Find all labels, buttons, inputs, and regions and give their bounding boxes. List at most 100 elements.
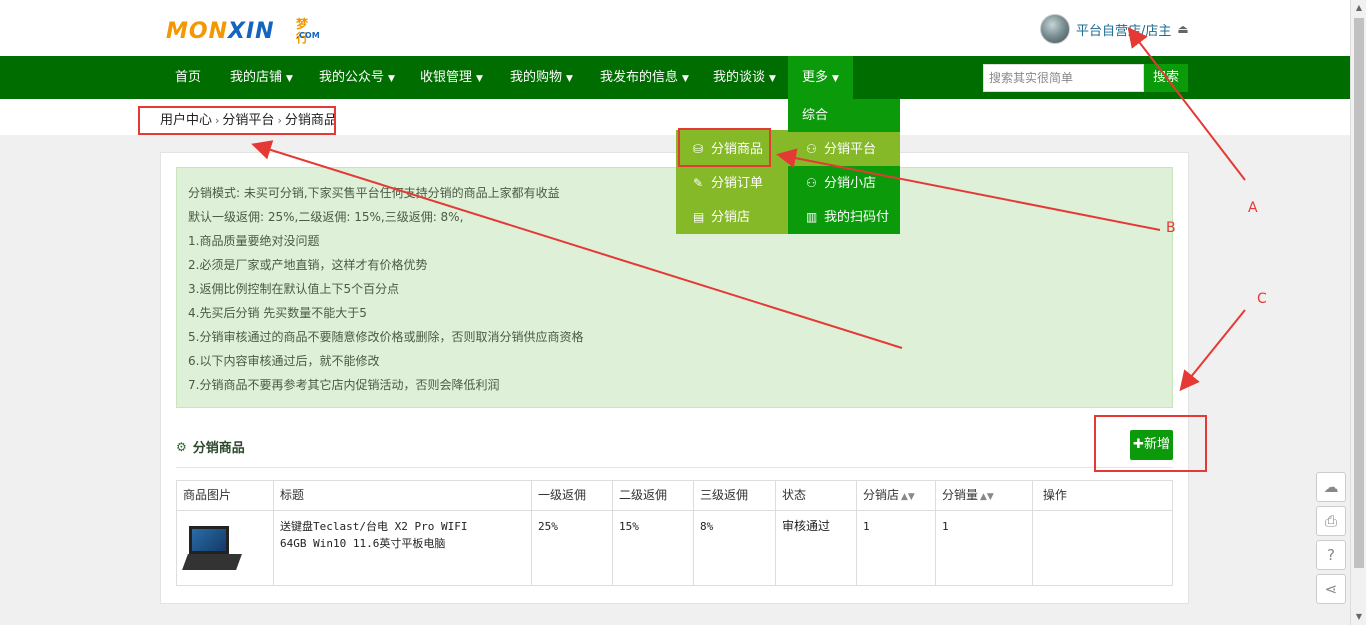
page-scrollbar[interactable]: ▲ ▼ bbox=[1350, 0, 1366, 625]
nav-item-public-account[interactable]: 我的公众号 ▼ bbox=[319, 56, 395, 99]
scroll-up-icon[interactable]: ▲ bbox=[1351, 0, 1366, 16]
notice-line: 默认一级返佣: 25%,二级返佣: 15%,三级返佣: 8%, bbox=[188, 210, 464, 224]
cell-actions bbox=[1032, 510, 1173, 586]
chevron-down-icon: ▼ bbox=[286, 74, 293, 84]
chevron-down-icon: ▼ bbox=[832, 74, 839, 84]
cell-sales: 1 bbox=[935, 510, 1033, 586]
help-icon[interactable]: ? bbox=[1316, 540, 1346, 570]
menu-item-overview[interactable]: 综合 bbox=[802, 99, 828, 133]
table-header-row: 商品图片 标题 一级返佣 二级返佣 三级返佣 状态 分销店 ▲▼ 分销量 ▲▼ 操作 bbox=[176, 480, 1173, 511]
notice-line: 6.以下内容审核通过后，就不能修改 bbox=[188, 354, 380, 368]
col-header-actions-label: 操作 bbox=[1042, 488, 1067, 502]
gears-icon: ⚙ bbox=[176, 439, 187, 454]
site-logo[interactable]: MONXIN 梦行 .COM bbox=[166, 17, 320, 45]
store-icon: ▤ bbox=[693, 210, 705, 224]
section-title: ⚙ 分销商品 bbox=[176, 437, 245, 457]
logout-icon[interactable]: ⏏ bbox=[1177, 22, 1188, 36]
user-name-link[interactable]: 平台自营店/店主 bbox=[1076, 20, 1171, 39]
nav-item-my-posts[interactable]: 我发布的信息 ▼ bbox=[600, 56, 689, 99]
sitemap-icon: ⚇ bbox=[806, 176, 817, 190]
nav-item-more[interactable]: 更多 ▼ bbox=[788, 56, 853, 99]
cell-level1: 25% bbox=[531, 510, 613, 586]
notice-line: 分销模式: 未买可分销,下家买售平台任何支持分销的商品上家都有收益 bbox=[188, 186, 560, 200]
scrollbar-thumb[interactable] bbox=[1354, 18, 1364, 568]
nav-item-talks[interactable]: 我的谈谈 ▼ bbox=[713, 56, 776, 99]
product-title-line2[interactable]: 64GB Win10 11.6英寸平板电脑 bbox=[280, 535, 525, 552]
nav-item-label: 首页 bbox=[175, 70, 202, 85]
chevron-down-icon: ▼ bbox=[388, 74, 395, 84]
nav-item-shopping[interactable]: 我的购物 ▼ bbox=[510, 56, 573, 99]
divider bbox=[176, 467, 1173, 468]
search-input[interactable]: 搜索其实很简单 bbox=[983, 64, 1144, 92]
col-header-stores-label: 分销店 bbox=[863, 488, 900, 502]
menu-item-scan-pay[interactable]: ▥ 我的扫码付 bbox=[806, 200, 889, 234]
cell-stores: 1 bbox=[856, 510, 936, 586]
col-header-sales-label: 分销量 bbox=[942, 488, 979, 502]
nav-item-label: 我的店铺 bbox=[230, 70, 283, 85]
nav-item-label: 我的公众号 bbox=[319, 70, 385, 85]
nav-item-cashier[interactable]: 收银管理 ▼ bbox=[420, 56, 483, 99]
top-header: MONXIN 梦行 .COM 平台自营店/店主 ⏏ bbox=[0, 0, 1350, 56]
annotation-label-b: B bbox=[1166, 220, 1176, 236]
menu-item-distribution-platform[interactable]: ⚇ 分销平台 bbox=[788, 132, 900, 166]
cell-image bbox=[176, 510, 274, 586]
notice-line: 1.商品质量要绝对没问题 bbox=[188, 234, 320, 248]
annotation-box-add-button bbox=[1094, 415, 1207, 472]
col-header-level3: 三级返佣 bbox=[693, 480, 776, 511]
notice-line: 5.分销审核通过的商品不要随意修改价格或删除，否则取消分销供应商资格 bbox=[188, 330, 584, 344]
scroll-down-icon[interactable]: ▼ bbox=[1351, 609, 1366, 625]
nav-item-label: 更多 bbox=[802, 70, 829, 85]
product-thumbnail[interactable] bbox=[182, 518, 243, 578]
search-button[interactable]: 搜索 bbox=[1144, 64, 1188, 92]
nav-item-label: 收银管理 bbox=[420, 70, 473, 85]
annotation-label-c: C bbox=[1257, 291, 1267, 307]
notice-line: 7.分销商品不要再参考其它店内促销活动，否则会降低利润 bbox=[188, 378, 500, 392]
print-icon[interactable]: ⎙ bbox=[1316, 506, 1346, 536]
annotation-label-a: A bbox=[1248, 200, 1258, 216]
logo-side-com: .COM bbox=[296, 31, 320, 40]
cell-title: 送键盘Teclast/台电 X2 Pro WIFI 64GB Win10 11.… bbox=[273, 510, 532, 586]
col-header-status: 状态 bbox=[775, 480, 857, 511]
wechat-icon[interactable]: ☁ bbox=[1316, 472, 1346, 502]
orders-icon: ✎ bbox=[693, 176, 704, 190]
notice-line: 2.必须是厂家或产地直销，这样才有价格优势 bbox=[188, 258, 428, 272]
logo-text-blue: XIN bbox=[228, 19, 275, 44]
menu-item-mini-store[interactable]: ⚇ 分销小店 bbox=[806, 166, 876, 200]
menu-item-distribution-store[interactable]: ▤ 分销店 bbox=[693, 200, 750, 234]
nav-item-label: 我发布的信息 bbox=[600, 70, 679, 85]
col-header-sales[interactable]: 分销量 ▲▼ bbox=[935, 480, 1033, 511]
avatar[interactable] bbox=[1040, 14, 1070, 44]
nav-item-my-store[interactable]: 我的店铺 ▼ bbox=[230, 56, 293, 99]
nav-item-home[interactable]: 首页 bbox=[175, 56, 201, 99]
barcode-icon: ▥ bbox=[806, 210, 818, 224]
sort-icon: ▲▼ bbox=[901, 492, 915, 502]
tablet-shape bbox=[189, 526, 229, 554]
chevron-down-icon: ▼ bbox=[769, 74, 776, 84]
col-header-level1: 一级返佣 bbox=[531, 480, 613, 511]
chevron-down-icon: ▼ bbox=[682, 74, 689, 84]
product-table: 商品图片 标题 一级返佣 二级返佣 三级返佣 状态 分销店 ▲▼ 分销量 ▲▼ 操作… bbox=[176, 480, 1173, 586]
annotation-box-breadcrumb bbox=[138, 106, 336, 135]
col-header-stores[interactable]: 分销店 ▲▼ bbox=[856, 480, 936, 511]
keyboard-shape bbox=[182, 554, 242, 570]
table-row: 送键盘Teclast/台电 X2 Pro WIFI 64GB Win10 11.… bbox=[176, 510, 1173, 586]
sitemap-icon: ⚇ bbox=[806, 142, 817, 156]
menu-item-label: 分销小店 bbox=[824, 176, 877, 191]
logo-text-orange: MON bbox=[166, 19, 229, 44]
col-header-title: 标题 bbox=[273, 480, 532, 511]
logo-wordmark: MONXIN bbox=[166, 21, 275, 43]
notice-line: 3.返佣比例控制在默认值上下5个百分点 bbox=[188, 282, 400, 296]
col-header-actions: 操作 bbox=[1032, 480, 1173, 511]
section-title-text: 分销商品 bbox=[192, 441, 245, 456]
menu-item-label: 分销平台 bbox=[824, 142, 877, 157]
chevron-down-icon: ▼ bbox=[476, 74, 483, 84]
notice-line: 4.先买后分销 先买数量不能大于5 bbox=[188, 306, 367, 320]
nav-item-label: 我的谈谈 bbox=[713, 70, 766, 85]
share-icon[interactable]: ⋖ bbox=[1316, 574, 1346, 604]
cell-level2: 15% bbox=[612, 510, 694, 586]
cell-level3: 8% bbox=[693, 510, 776, 586]
menu-item-distribution-orders[interactable]: ✎ 分销订单 bbox=[693, 166, 763, 200]
menu-item-label: 我的扫码付 bbox=[824, 210, 890, 225]
col-header-image: 商品图片 bbox=[176, 480, 274, 511]
product-title-line1[interactable]: 送键盘Teclast/台电 X2 Pro WIFI bbox=[280, 518, 525, 535]
